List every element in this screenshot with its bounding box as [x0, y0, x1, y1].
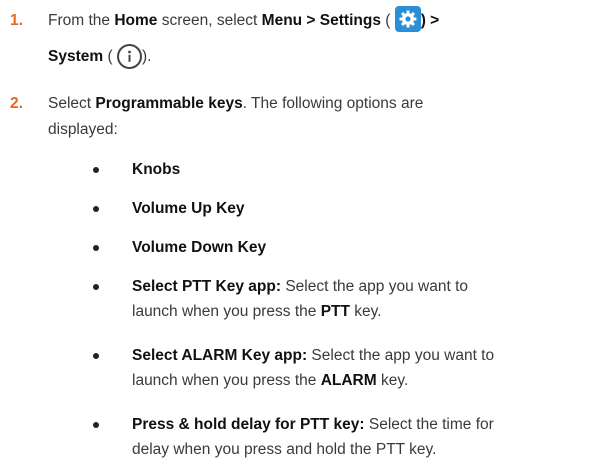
text-fragment: screen, select: [157, 12, 262, 29]
option-description: Select the app you want to: [307, 347, 495, 364]
option-description: key.: [376, 372, 409, 389]
option-description: launch when you press the: [132, 372, 321, 389]
option-label: Volume Up Key: [132, 200, 245, 217]
step-1-text: From the Home screen, select Menu > Sett…: [48, 3, 596, 75]
option-text: Select ALARM Key app: Select the app you…: [132, 343, 596, 393]
text-fragment: displayed:: [48, 121, 118, 138]
programmable-keys-label: Programmable keys: [95, 95, 243, 112]
option-description: delay when you press and hold the PTT ke…: [132, 441, 437, 458]
bullet-dot: [93, 167, 99, 173]
step-number: 2.: [10, 95, 23, 112]
bullet-dot: [93, 284, 99, 290]
option-text: Volume Down Key: [132, 235, 596, 260]
settings-gear-icon: [394, 6, 421, 32]
option-label: Knobs: [132, 161, 181, 178]
option-description: Select the time for: [364, 416, 494, 433]
option-label: Press & hold delay for PTT key:: [132, 416, 365, 433]
bullet-dot: [93, 353, 99, 359]
step-2-text: Select Programmable keys. The following …: [48, 91, 596, 143]
text-fragment: (: [103, 48, 113, 65]
option-text: Select PTT Key app: Select the app you w…: [132, 274, 596, 324]
option-text: Knobs: [132, 157, 596, 182]
option-description: Select the app you want to: [281, 278, 468, 295]
info-icon: [116, 44, 142, 69]
bullet-dot: [93, 422, 99, 428]
bullet-dot: [93, 206, 99, 212]
text-fragment: . The following options are: [242, 95, 424, 112]
instructions-page: 1. From the Home screen, select Menu > S…: [0, 0, 610, 467]
option-description: key.: [349, 303, 382, 320]
option-description: launch when you press the: [132, 303, 321, 320]
text-fragment: From the: [48, 12, 115, 29]
text-fragment: ) >: [420, 12, 440, 29]
text-fragment: (: [380, 12, 391, 29]
option-text: Press & hold delay for PTT key: Select t…: [132, 412, 596, 462]
alarm-key-label: ALARM: [320, 372, 377, 389]
option-label: Select ALARM Key app:: [132, 347, 308, 364]
system-label: System: [48, 48, 104, 65]
home-screen-label: Home: [114, 12, 158, 29]
menu-settings-path: Menu > Settings: [261, 12, 381, 29]
step-number: 1.: [10, 12, 23, 29]
text-fragment: Select: [48, 95, 96, 112]
text-fragment: ).: [141, 48, 152, 65]
option-label: Volume Down Key: [132, 239, 267, 256]
option-text: Volume Up Key: [132, 196, 596, 221]
bullet-dot: [93, 245, 99, 251]
option-label: Select PTT Key app:: [132, 278, 282, 295]
ptt-key-label: PTT: [320, 303, 350, 320]
